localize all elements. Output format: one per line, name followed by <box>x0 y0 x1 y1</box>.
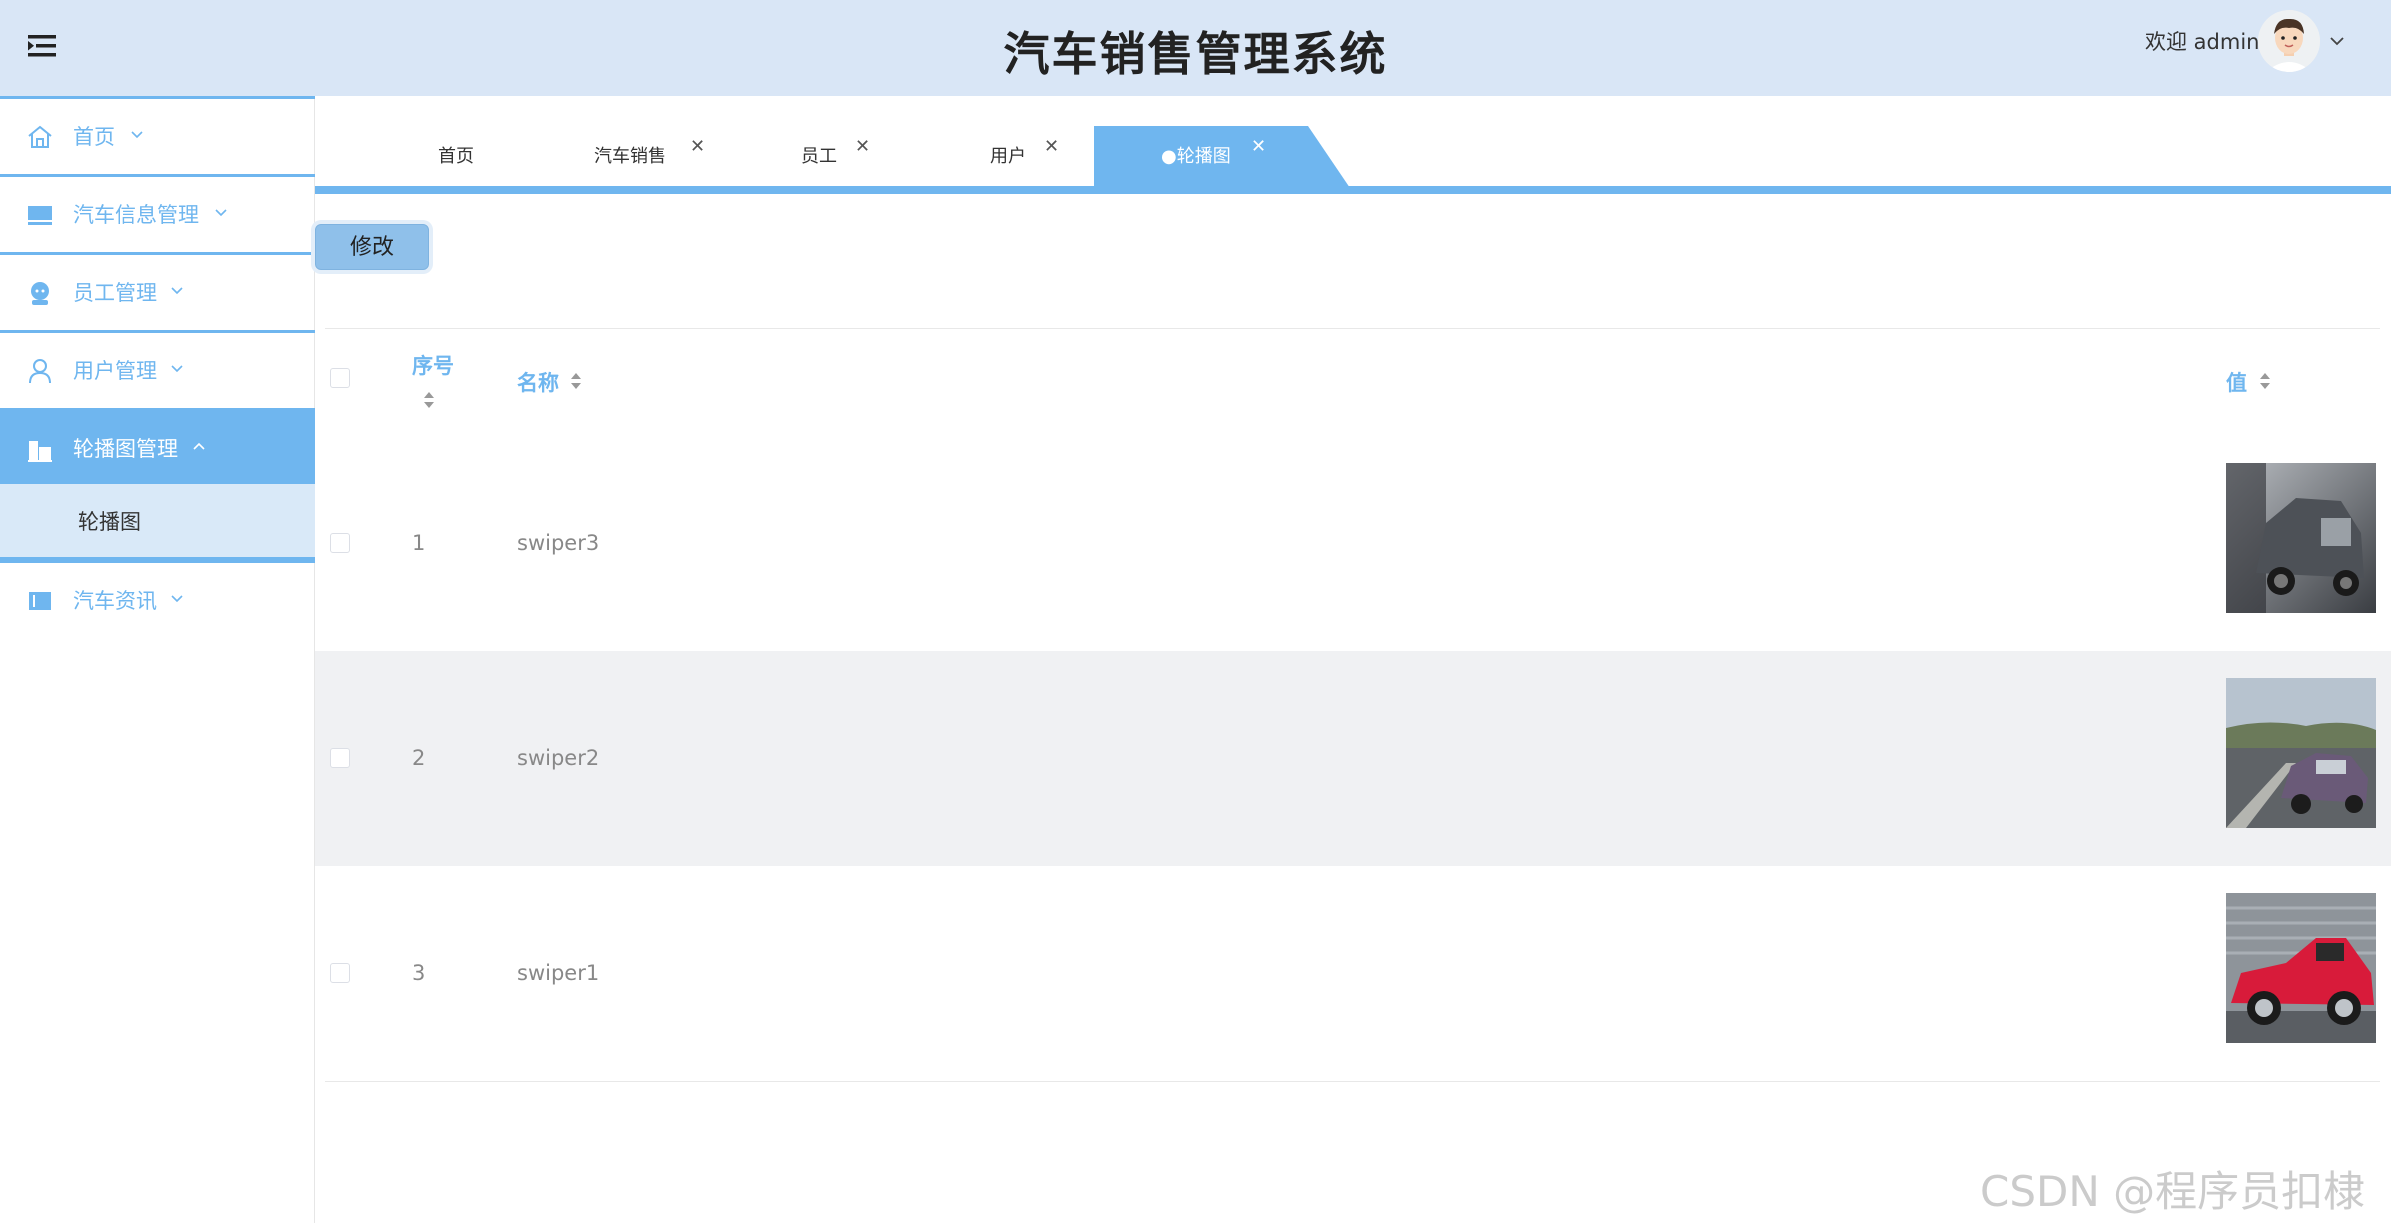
row-name: swiper2 <box>517 746 600 770</box>
user-icon <box>29 359 51 384</box>
tab-label: 首页 <box>438 146 474 167</box>
close-icon[interactable]: ✕ <box>690 136 705 157</box>
tab-users[interactable]: 用户 ✕ <box>990 136 1059 174</box>
tab-home[interactable]: 首页 <box>438 142 474 174</box>
close-icon[interactable]: ✕ <box>855 136 870 157</box>
chevron-down-icon <box>131 131 143 139</box>
sidebar-item-staff[interactable]: 员工管理 <box>0 252 315 330</box>
tab-label: 汽车销售 <box>594 146 666 167</box>
sidebar-item-car-news[interactable]: 汽车资讯 <box>0 560 315 638</box>
watermark: CSDN @程序员扣棣 <box>1980 1167 2366 1216</box>
row-checkbox[interactable] <box>330 963 350 983</box>
row-index: 1 <box>412 531 426 555</box>
tab-label: 员工 <box>801 146 837 167</box>
sidebar-item-car-info[interactable]: 汽车信息管理 <box>0 174 315 252</box>
chevron-down-icon[interactable] <box>2326 30 2348 52</box>
tab-label: ●轮播图 <box>1161 146 1231 167</box>
column-header-index[interactable]: 序号 <box>412 350 454 380</box>
table-top-border <box>325 328 2380 329</box>
tab-label: 用户 <box>990 146 1026 167</box>
table-bottom-border <box>325 1081 2380 1082</box>
chevron-down-icon <box>171 287 183 295</box>
sidebar-item-label: 汽车信息管理 <box>73 203 199 227</box>
tab-bar: 首页 汽车销售 ✕ 员工 ✕ 用户 ✕ ●轮播图 ✕ <box>315 96 2391 196</box>
tab-staff[interactable]: 员工 ✕ <box>801 136 870 174</box>
tab-carousel[interactable]: ●轮播图 ✕ <box>1161 136 1266 174</box>
car-image-red-sportscar[interactable] <box>2226 893 2376 1043</box>
select-all-checkbox[interactable] <box>330 368 350 388</box>
monitor-icon <box>28 206 52 225</box>
tab-car-sales[interactable]: 汽车销售 ✕ <box>594 136 705 174</box>
row-index: 3 <box>412 961 426 985</box>
chevron-down-icon <box>171 595 183 603</box>
sidebar-item-users[interactable]: 用户管理 <box>0 330 315 408</box>
home-icon <box>28 125 52 148</box>
sidebar-item-label: 用户管理 <box>73 359 157 383</box>
building-icon <box>28 441 52 462</box>
sidebar-item-label: 汽车资讯 <box>73 589 157 613</box>
avatar-image-icon <box>2258 10 2320 72</box>
row-name: swiper1 <box>517 961 600 985</box>
chevron-up-icon <box>193 442 205 450</box>
sidebar-subitem-carousel[interactable]: 轮播图 <box>0 484 315 560</box>
book-icon <box>29 592 51 610</box>
sort-icon[interactable] <box>422 389 436 411</box>
app-title: 汽车销售管理系统 <box>1003 27 1388 81</box>
car-photo-icon <box>2226 463 2376 613</box>
staff-icon <box>31 282 49 305</box>
column-header-value[interactable]: 值 <box>2226 367 2247 397</box>
welcome-text: 欢迎 admin <box>2145 30 2260 54</box>
row-name: swiper3 <box>517 531 600 555</box>
edit-button[interactable]: 修改 <box>315 224 429 270</box>
sidebar-item-carousel[interactable]: 轮播图管理 <box>0 408 315 486</box>
car-image-purple-coupe[interactable] <box>2226 678 2376 828</box>
sidebar: 首页 汽车信息管理 员工管理 用户管理 轮播图管理 轮播图 汽车资讯 <box>0 96 315 1223</box>
column-header-name[interactable]: 名称 <box>517 367 559 397</box>
table-row[interactable] <box>315 866 2391 1081</box>
tab-underline <box>315 186 2391 194</box>
sidebar-item-label: 员工管理 <box>73 281 157 305</box>
row-checkbox[interactable] <box>330 533 350 553</box>
car-image-dark-sedan[interactable] <box>2226 463 2376 613</box>
chevron-down-icon <box>171 365 183 373</box>
row-index: 2 <box>412 746 426 770</box>
sidebar-subitem-label: 轮播图 <box>78 510 141 534</box>
sidebar-item-home[interactable]: 首页 <box>0 96 315 174</box>
close-icon[interactable]: ✕ <box>1044 136 1059 157</box>
table-row[interactable] <box>315 651 2391 866</box>
chevron-down-icon <box>215 209 227 217</box>
sort-icon[interactable] <box>569 370 583 392</box>
top-header: 汽车销售管理系统 欢迎 admin <box>0 0 2391 96</box>
car-photo-icon <box>2226 893 2376 1043</box>
table-row[interactable] <box>315 436 2391 651</box>
sidebar-item-label: 轮播图管理 <box>73 437 178 461</box>
car-photo-icon <box>2226 678 2376 828</box>
row-checkbox[interactable] <box>330 748 350 768</box>
sidebar-item-label: 首页 <box>73 125 115 149</box>
avatar[interactable] <box>2258 10 2320 72</box>
sort-icon[interactable] <box>2258 370 2272 392</box>
close-icon[interactable]: ✕ <box>1251 136 1266 157</box>
